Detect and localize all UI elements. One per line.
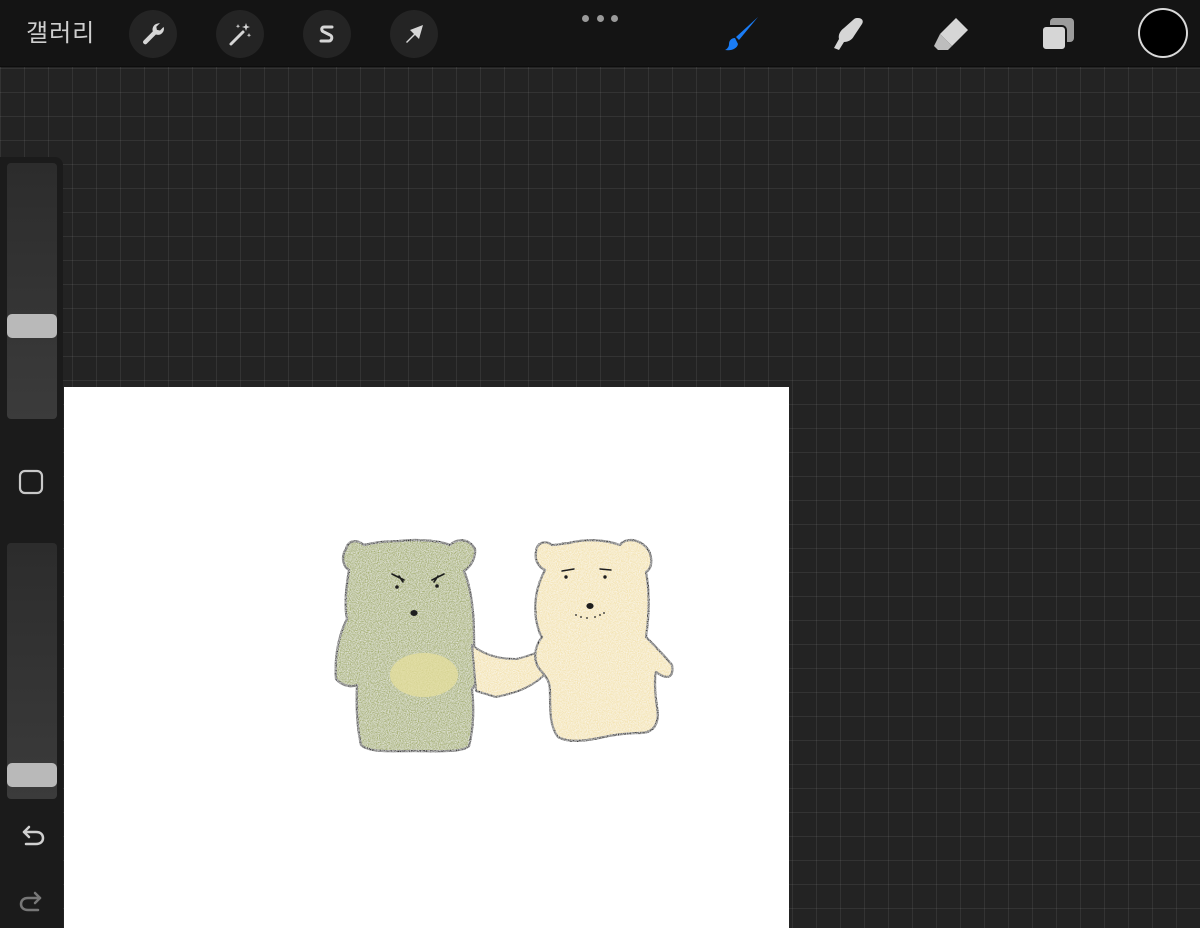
brush-tool-button[interactable]: [720, 12, 764, 56]
brush-size-slider[interactable]: [7, 163, 57, 419]
eraser-tool-button[interactable]: [929, 12, 973, 56]
actions-button[interactable]: [129, 10, 177, 58]
brush-icon: [725, 17, 758, 51]
undo-icon[interactable]: [16, 820, 48, 852]
bears-artwork: [334, 538, 674, 753]
opacity-slider[interactable]: [7, 543, 57, 799]
opacity-thumb[interactable]: [7, 763, 57, 787]
square-icon[interactable]: [17, 468, 45, 496]
layers-icon: [1041, 18, 1074, 51]
procreate-app: 갤러리: [0, 0, 1200, 928]
eraser-icon: [934, 18, 968, 50]
sidebar: [0, 157, 63, 928]
smudge-tool-button[interactable]: [826, 12, 870, 56]
selection-button[interactable]: [303, 10, 351, 58]
brush-size-thumb[interactable]: [7, 314, 57, 338]
more-dots-icon[interactable]: [582, 12, 618, 24]
top-toolbar: 갤러리: [0, 0, 1200, 67]
dot: [582, 14, 589, 22]
dot: [611, 14, 618, 22]
layers-button[interactable]: [1036, 12, 1080, 56]
arrow-cursor-icon: [406, 25, 423, 43]
wrench-icon: [143, 23, 164, 45]
dot: [596, 14, 604, 22]
redo-icon[interactable]: [16, 886, 48, 918]
magic-wand-icon: [229, 23, 252, 46]
light-patch: [390, 653, 458, 697]
selection-s-icon: [319, 25, 334, 43]
adjustments-button[interactable]: [216, 10, 264, 58]
smudge-finger-icon: [834, 18, 863, 50]
yellow-bear: [534, 538, 674, 742]
transform-button[interactable]: [390, 10, 438, 58]
gallery-button[interactable]: 갤러리: [26, 17, 95, 49]
green-bear: [334, 538, 479, 753]
color-picker-button[interactable]: [1140, 10, 1186, 56]
drawing-canvas[interactable]: [64, 387, 789, 928]
